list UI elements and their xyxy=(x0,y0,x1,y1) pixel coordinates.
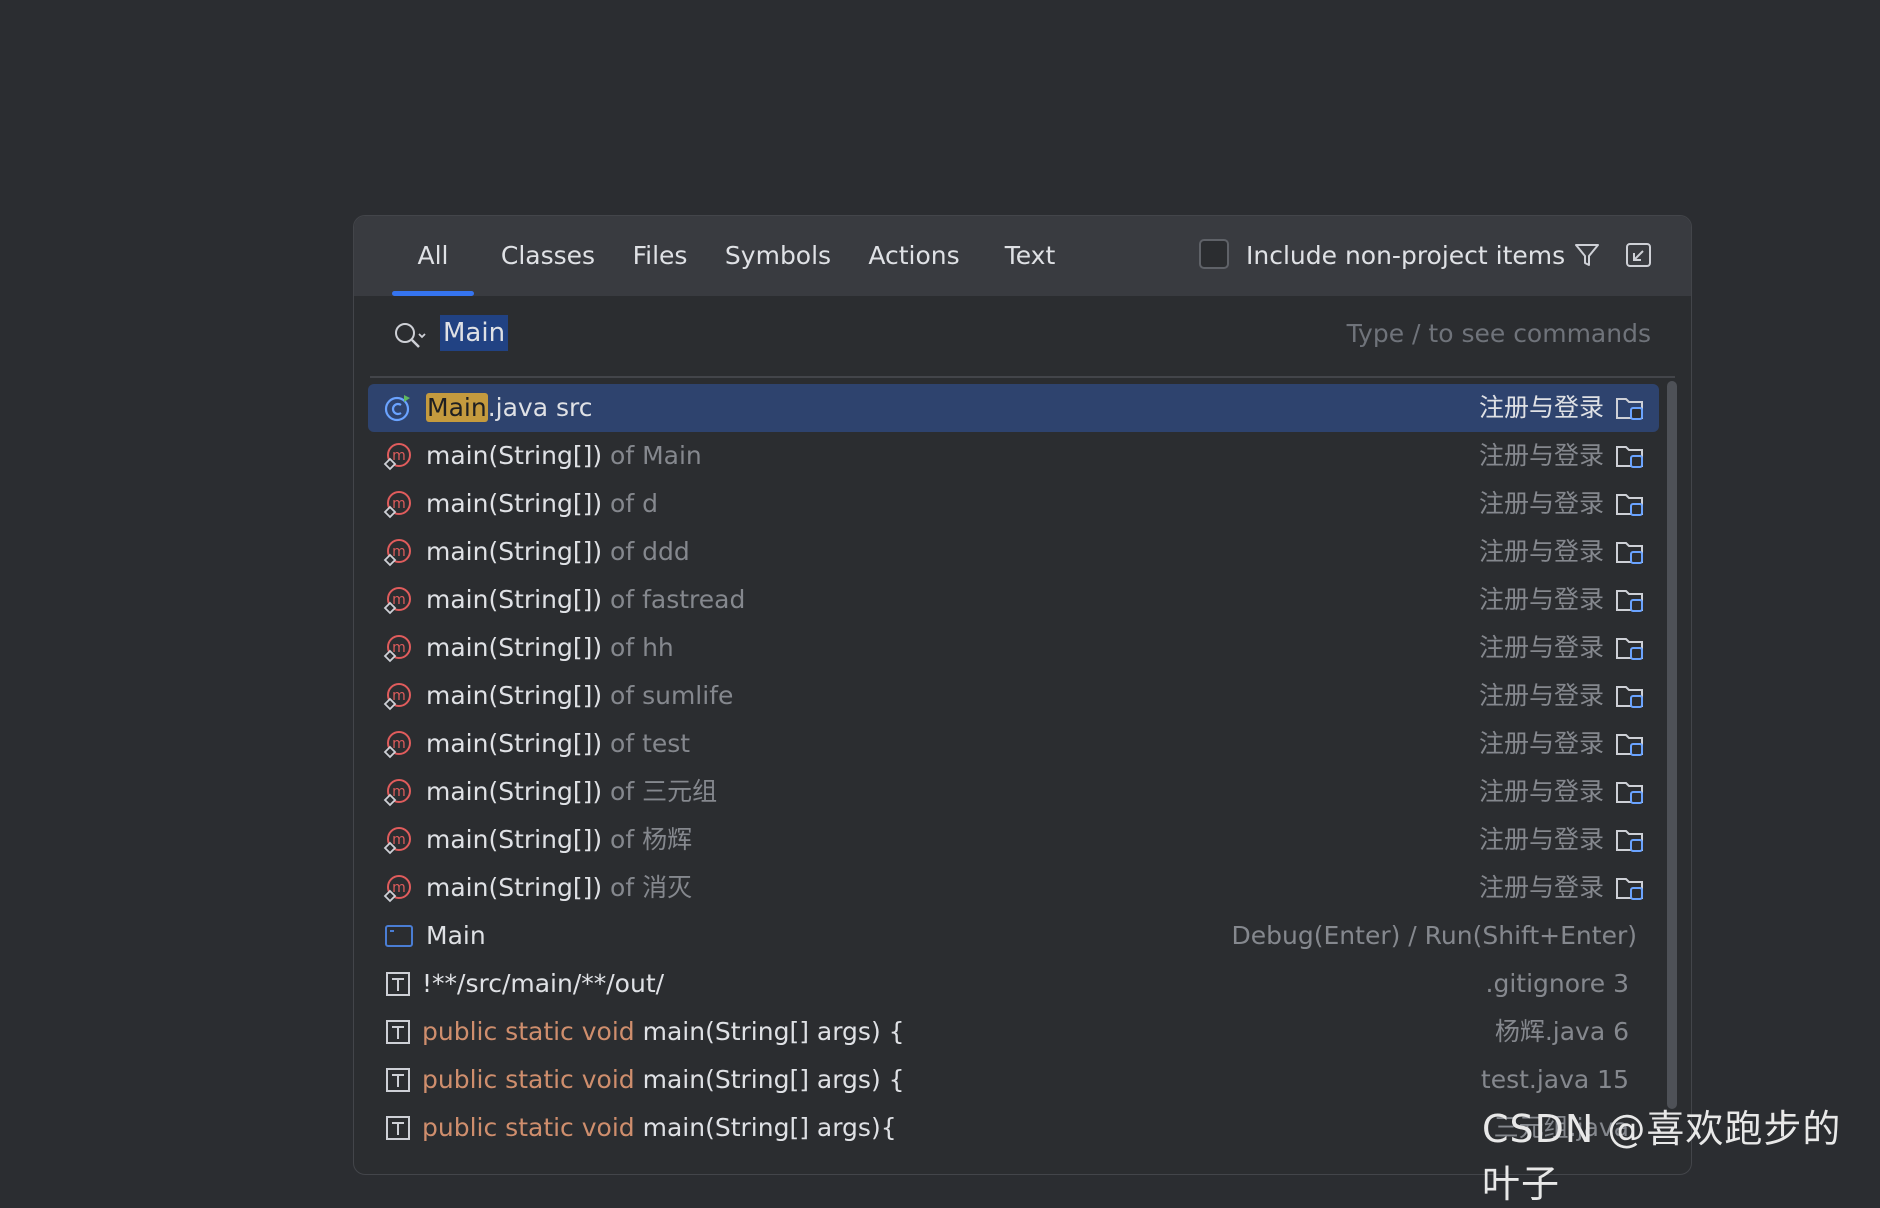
list-item-method[interactable]: m main(String[]) of 三元组 注册与登录 xyxy=(368,768,1659,816)
method-icon: m xyxy=(383,491,411,519)
tab-symbols[interactable]: Symbols xyxy=(716,216,840,296)
search-everywhere-popup: All Classes Files Symbols Actions Text I… xyxy=(353,215,1692,1175)
svg-text:m: m xyxy=(392,640,406,656)
list-item-method[interactable]: m main(String[]) of 消灭 注册与登录 xyxy=(368,864,1659,912)
text-icon xyxy=(386,1068,410,1092)
module-folder-icon xyxy=(1616,398,1643,420)
list-item-text[interactable]: !**/src/main/**/out/ .gitignore 3 xyxy=(368,960,1659,1008)
class-icon xyxy=(384,395,410,422)
filter-icon[interactable] xyxy=(1572,240,1602,270)
method-icon: m xyxy=(383,539,411,567)
list-item-run-config[interactable]: Main Debug(Enter) / Run(Shift+Enter) xyxy=(368,912,1659,960)
module-folder-icon xyxy=(1616,638,1643,660)
list-item-method[interactable]: m main(String[]) of fastread 注册与登录 xyxy=(368,576,1659,624)
svg-text:m: m xyxy=(392,784,406,800)
divider xyxy=(370,376,1675,378)
module-folder-icon xyxy=(1616,542,1643,564)
run-config-icon xyxy=(385,925,413,947)
list-item-text[interactable]: public static void main(String[] args) {… xyxy=(368,1008,1659,1056)
module-folder-icon xyxy=(1616,830,1643,852)
list-item-method[interactable]: m main(String[]) of sumlife 注册与登录 xyxy=(368,672,1659,720)
module-folder-icon xyxy=(1616,878,1643,900)
svg-text:m: m xyxy=(392,592,406,608)
module-folder-icon xyxy=(1616,734,1643,756)
svg-text:m: m xyxy=(392,496,406,512)
text-icon xyxy=(386,1020,410,1044)
method-icon: m xyxy=(383,779,411,807)
list-item-text[interactable]: public static void main(String[] args){ … xyxy=(368,1104,1659,1152)
search-row: Main Type / to see commands xyxy=(354,296,1691,374)
tab-files[interactable]: Files xyxy=(618,216,702,296)
svg-text:m: m xyxy=(392,880,406,896)
list-item-method[interactable]: m main(String[]) of Main 注册与登录 xyxy=(368,432,1659,480)
method-icon: m xyxy=(383,731,411,759)
include-non-project-label[interactable]: Include non-project items xyxy=(1246,216,1565,296)
module-folder-icon xyxy=(1616,686,1643,708)
search-icon[interactable] xyxy=(392,320,430,352)
svg-text:m: m xyxy=(392,448,406,464)
collapse-icon[interactable] xyxy=(1624,240,1654,270)
watermark: CSDN @喜欢跑步的叶子 xyxy=(1482,1107,1842,1206)
list-item-method[interactable]: m main(String[]) of ddd 注册与登录 xyxy=(368,528,1659,576)
method-icon: m xyxy=(383,587,411,615)
tab-classes[interactable]: Classes xyxy=(491,216,605,296)
tab-actions[interactable]: Actions xyxy=(854,216,974,296)
list-item-text[interactable]: public static void main(String[] args) {… xyxy=(368,1056,1659,1104)
tabs-bar: All Classes Files Symbols Actions Text I… xyxy=(354,216,1691,296)
module-folder-icon xyxy=(1616,590,1643,612)
module-folder-icon xyxy=(1616,494,1643,516)
list-item-method[interactable]: m main(String[]) of hh 注册与登录 xyxy=(368,624,1659,672)
include-non-project-checkbox[interactable] xyxy=(1199,239,1229,269)
tab-all[interactable]: All xyxy=(392,216,474,296)
results-list: Main.java src 注册与登录 m main(String[]) of … xyxy=(368,384,1659,1152)
tab-text[interactable]: Text xyxy=(988,216,1072,296)
module-folder-icon xyxy=(1616,446,1643,468)
svg-text:m: m xyxy=(392,832,406,848)
text-icon xyxy=(386,972,410,996)
list-item-method[interactable]: m main(String[]) of d 注册与登录 xyxy=(368,480,1659,528)
svg-text:m: m xyxy=(392,688,406,704)
svg-text:m: m xyxy=(392,544,406,560)
method-icon: m xyxy=(383,875,411,903)
module-folder-icon xyxy=(1616,782,1643,804)
method-icon: m xyxy=(383,635,411,663)
scrollbar[interactable] xyxy=(1667,381,1677,1109)
text-icon xyxy=(386,1116,410,1140)
method-icon: m xyxy=(383,827,411,855)
list-item-method[interactable]: m main(String[]) of 杨辉 注册与登录 xyxy=(368,816,1659,864)
search-hint: Type / to see commands xyxy=(1346,319,1651,348)
svg-text:m: m xyxy=(392,736,406,752)
list-item-method[interactable]: m main(String[]) of test 注册与登录 xyxy=(368,720,1659,768)
method-icon: m xyxy=(383,683,411,711)
search-input[interactable]: Main xyxy=(440,315,509,351)
method-icon: m xyxy=(383,443,411,471)
list-item-class[interactable]: Main.java src 注册与登录 xyxy=(368,384,1659,432)
